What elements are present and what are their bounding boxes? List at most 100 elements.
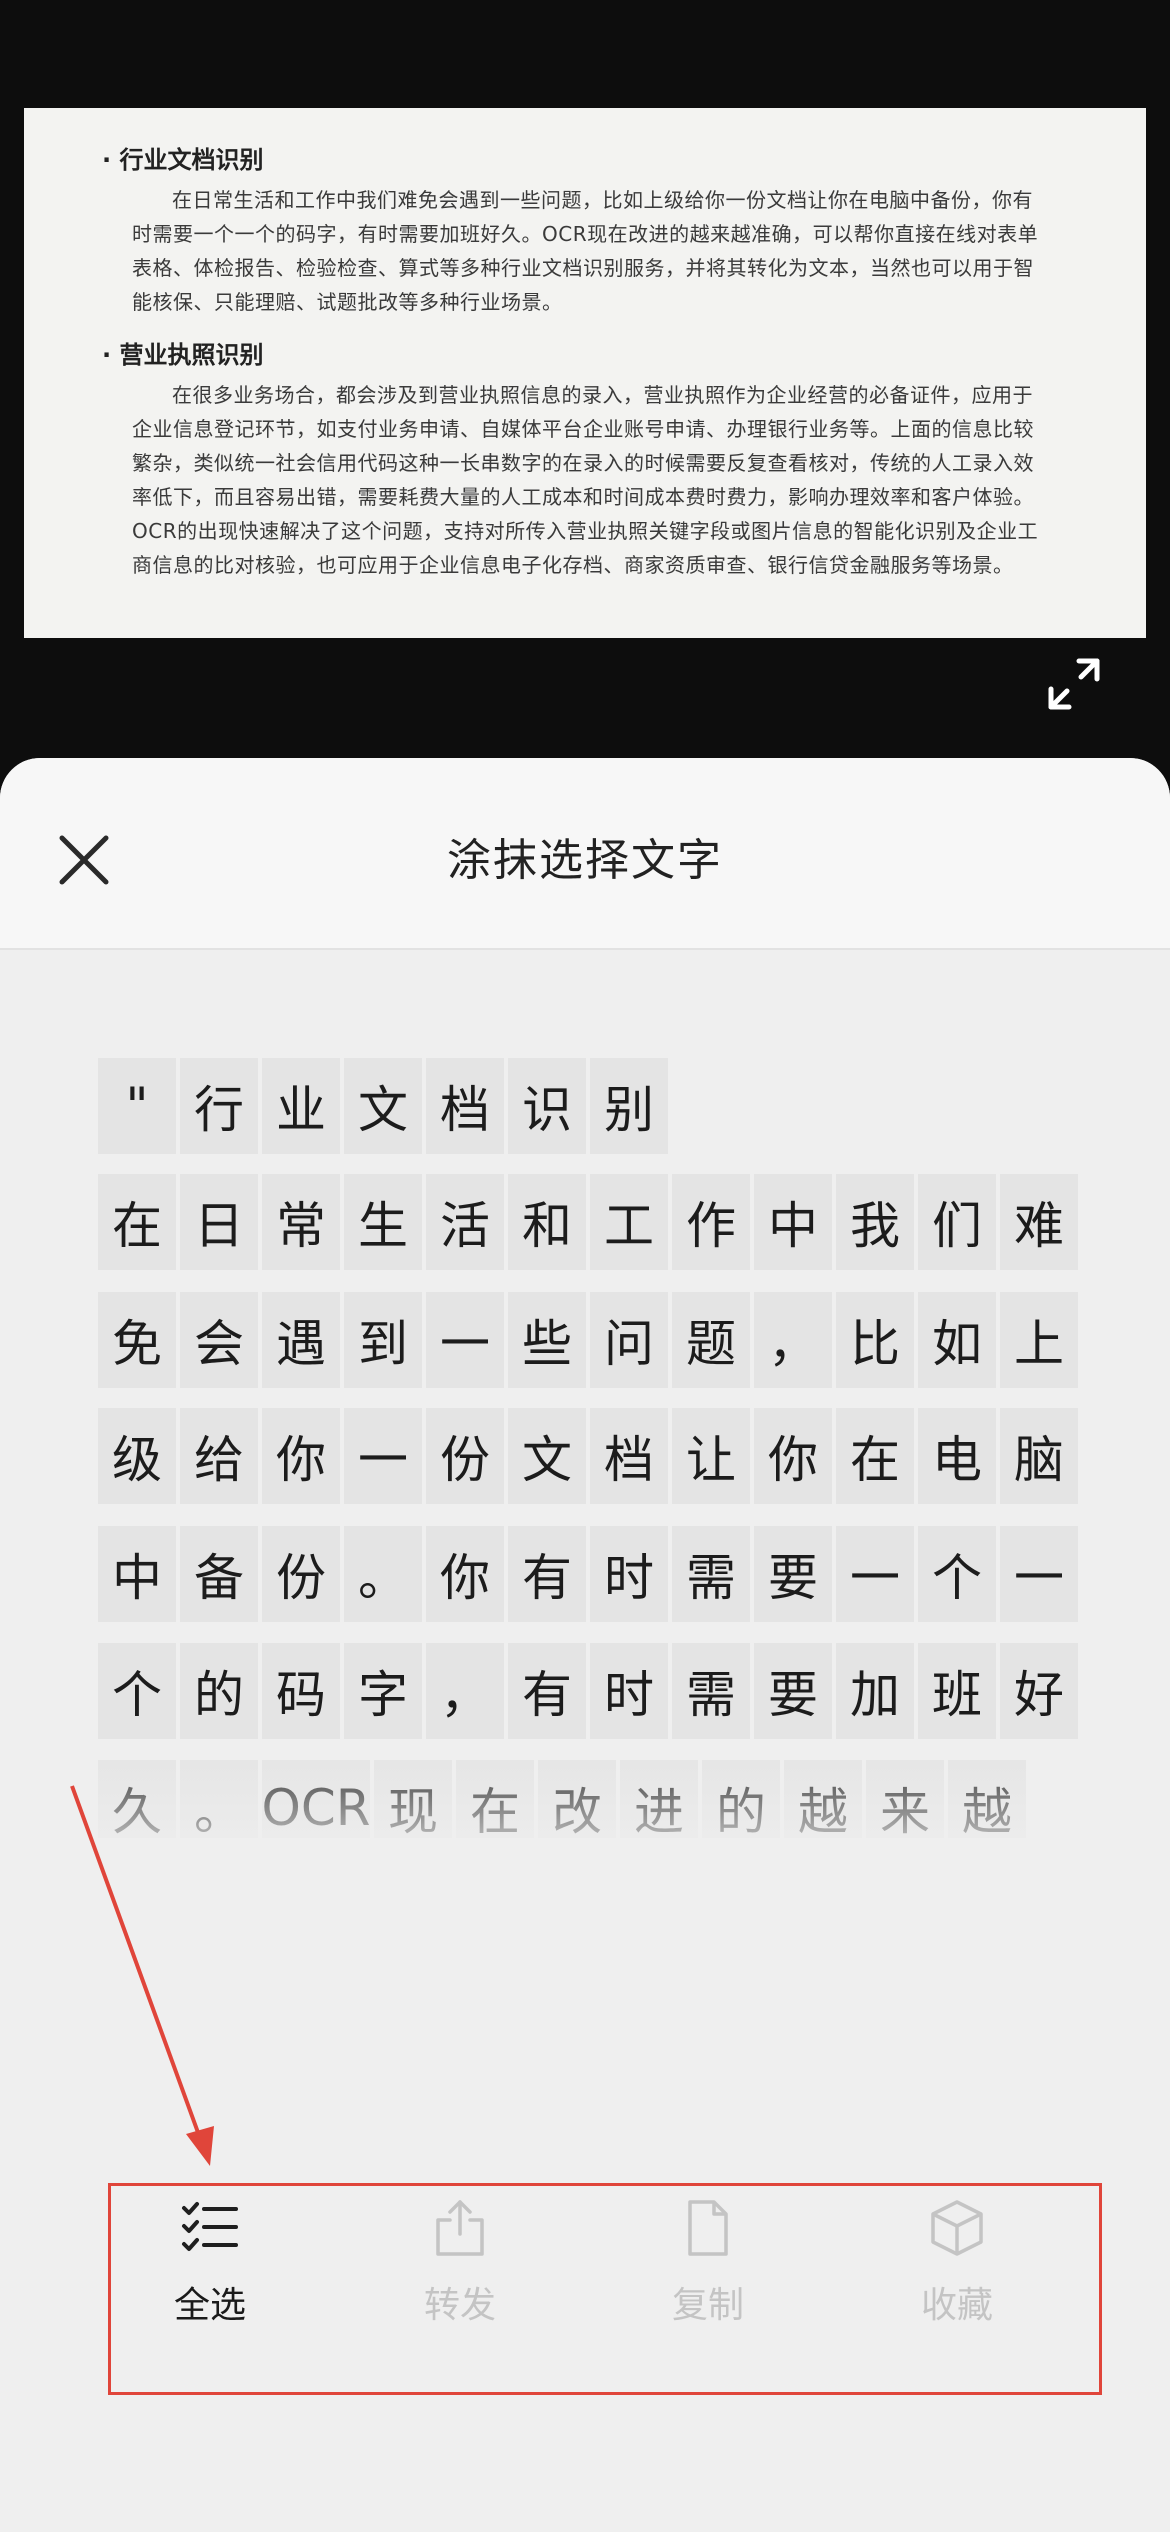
char-token[interactable]: 一: [1000, 1526, 1078, 1622]
char-token[interactable]: 要: [754, 1526, 832, 1622]
char-token[interactable]: 如: [918, 1292, 996, 1388]
char-token[interactable]: 识: [508, 1058, 586, 1154]
char-token[interactable]: 你: [426, 1526, 504, 1622]
char-row: 级给你一份文档让你在电脑: [98, 1408, 1078, 1504]
char-token[interactable]: 会: [180, 1292, 258, 1388]
char-token[interactable]: 级: [98, 1408, 176, 1504]
favorite-label: 收藏: [920, 2285, 993, 2326]
char-token[interactable]: 文: [344, 1058, 422, 1154]
char-token[interactable]: 日: [180, 1174, 258, 1270]
char-token[interactable]: ，: [426, 1643, 504, 1739]
char-token[interactable]: 一: [836, 1526, 914, 1622]
char-token[interactable]: 个: [98, 1643, 176, 1739]
favorite-button[interactable]: 收藏: [857, 2158, 1057, 2358]
char-token[interactable]: 要: [754, 1643, 832, 1739]
char-token[interactable]: 问: [590, 1292, 668, 1388]
char-token[interactable]: 时: [590, 1526, 668, 1622]
char-token[interactable]: 。: [180, 1760, 258, 1838]
char-token[interactable]: 文: [508, 1408, 586, 1504]
char-token[interactable]: 工: [590, 1174, 668, 1270]
sheet-title: 涂抹选择文字: [447, 835, 723, 886]
char-token[interactable]: 行: [180, 1058, 258, 1154]
char-token[interactable]: 档: [590, 1408, 668, 1504]
char-row: 中备份。你有时需要一个一: [98, 1526, 1078, 1622]
document-icon: [678, 2198, 738, 2258]
char-token[interactable]: 档: [426, 1058, 504, 1154]
char-token[interactable]: ": [98, 1058, 176, 1154]
char-token[interactable]: 备: [180, 1526, 258, 1622]
cube-icon: [927, 2198, 987, 2258]
char-token[interactable]: 码: [262, 1643, 340, 1739]
char-token[interactable]: 些: [508, 1292, 586, 1388]
char-token[interactable]: 班: [918, 1643, 996, 1739]
char-token[interactable]: OCR: [262, 1760, 371, 1838]
doc-paragraph-industry: 在日常生活和工作中我们难免会遇到一些问题，比如上级给你一份文档让你在电脑中备份，…: [132, 188, 1039, 314]
char-row: 个的码字，有时需要加班好: [98, 1643, 1078, 1739]
char-token[interactable]: 改: [538, 1760, 616, 1838]
char-token[interactable]: 一: [344, 1408, 422, 1504]
char-token[interactable]: 到: [344, 1292, 422, 1388]
char-token[interactable]: 们: [918, 1174, 996, 1270]
forward-button[interactable]: 转发: [360, 2158, 560, 2358]
char-token[interactable]: 加: [836, 1643, 914, 1739]
document-preview: · 行业文档识别 在日常生活和工作中我们难免会遇到一些问题，比如上级给你一份文档…: [24, 108, 1146, 638]
char-token[interactable]: 比: [836, 1292, 914, 1388]
char-token[interactable]: 难: [1000, 1174, 1078, 1270]
character-grid[interactable]: " 行业文档识别在日常生活和工作中我们难免会遇到一些问题，比如上级给你一份文档让你…: [98, 1058, 1078, 1838]
char-token[interactable]: 久: [98, 1760, 176, 1838]
char-row: 在日常生活和工作中我们难: [98, 1174, 1078, 1270]
char-token[interactable]: 常: [262, 1174, 340, 1270]
char-token[interactable]: 的: [180, 1643, 258, 1739]
char-token[interactable]: 免: [98, 1292, 176, 1388]
char-token[interactable]: 中: [98, 1526, 176, 1622]
char-token[interactable]: 脑: [1000, 1408, 1078, 1504]
expand-icon[interactable]: [1045, 655, 1103, 713]
char-token[interactable]: 时: [590, 1643, 668, 1739]
doc-heading-industry: · 行业文档识别: [102, 146, 264, 174]
text-select-sheet: 涂抹选择文字 " 行业文档识别在日常生活和工作中我们难免会遇到一些问题，比如上级给…: [0, 758, 1170, 2532]
char-token[interactable]: 现: [374, 1760, 452, 1838]
char-token[interactable]: 来: [866, 1760, 944, 1838]
char-token[interactable]: 活: [426, 1174, 504, 1270]
char-token[interactable]: 电: [918, 1408, 996, 1504]
char-token[interactable]: 份: [262, 1526, 340, 1622]
char-token[interactable]: 你: [262, 1408, 340, 1504]
char-token[interactable]: 一: [426, 1292, 504, 1388]
sheet-header: 涂抹选择文字: [0, 758, 1170, 950]
char-token[interactable]: 进: [620, 1760, 698, 1838]
char-token[interactable]: 我: [836, 1174, 914, 1270]
char-token[interactable]: 题: [672, 1292, 750, 1388]
char-token[interactable]: 在: [98, 1174, 176, 1270]
char-token[interactable]: 生: [344, 1174, 422, 1270]
char-token[interactable]: 的: [702, 1760, 780, 1838]
char-token[interactable]: 中: [754, 1174, 832, 1270]
char-token[interactable]: 好: [1000, 1643, 1078, 1739]
char-token[interactable]: 别: [590, 1058, 668, 1154]
char-token[interactable]: 越: [948, 1760, 1026, 1838]
char-token[interactable]: 作: [672, 1174, 750, 1270]
char-token[interactable]: 份: [426, 1408, 504, 1504]
char-token[interactable]: 遇: [262, 1292, 340, 1388]
char-token[interactable]: 有: [508, 1526, 586, 1622]
select-all-button[interactable]: 全选: [110, 2158, 310, 2358]
char-token[interactable]: 在: [456, 1760, 534, 1838]
char-token[interactable]: 有: [508, 1643, 586, 1739]
char-token[interactable]: 在: [836, 1408, 914, 1504]
char-token[interactable]: ，: [754, 1292, 832, 1388]
action-toolbar: 全选 转发 复制 收藏: [0, 2158, 1170, 2388]
copy-label: 复制: [671, 2285, 744, 2326]
char-token[interactable]: 上: [1000, 1292, 1078, 1388]
char-token[interactable]: 和: [508, 1174, 586, 1270]
copy-button[interactable]: 复制: [608, 2158, 808, 2358]
char-token[interactable]: 个: [918, 1526, 996, 1622]
char-token[interactable]: 需: [672, 1526, 750, 1622]
char-token[interactable]: 需: [672, 1643, 750, 1739]
char-row: " 行业文档识别: [98, 1058, 672, 1154]
char-token[interactable]: 越: [784, 1760, 862, 1838]
char-token[interactable]: 业: [262, 1058, 340, 1154]
char-token[interactable]: 。: [344, 1526, 422, 1622]
char-token[interactable]: 让: [672, 1408, 750, 1504]
char-token[interactable]: 字: [344, 1643, 422, 1739]
char-token[interactable]: 给: [180, 1408, 258, 1504]
char-token[interactable]: 你: [754, 1408, 832, 1504]
